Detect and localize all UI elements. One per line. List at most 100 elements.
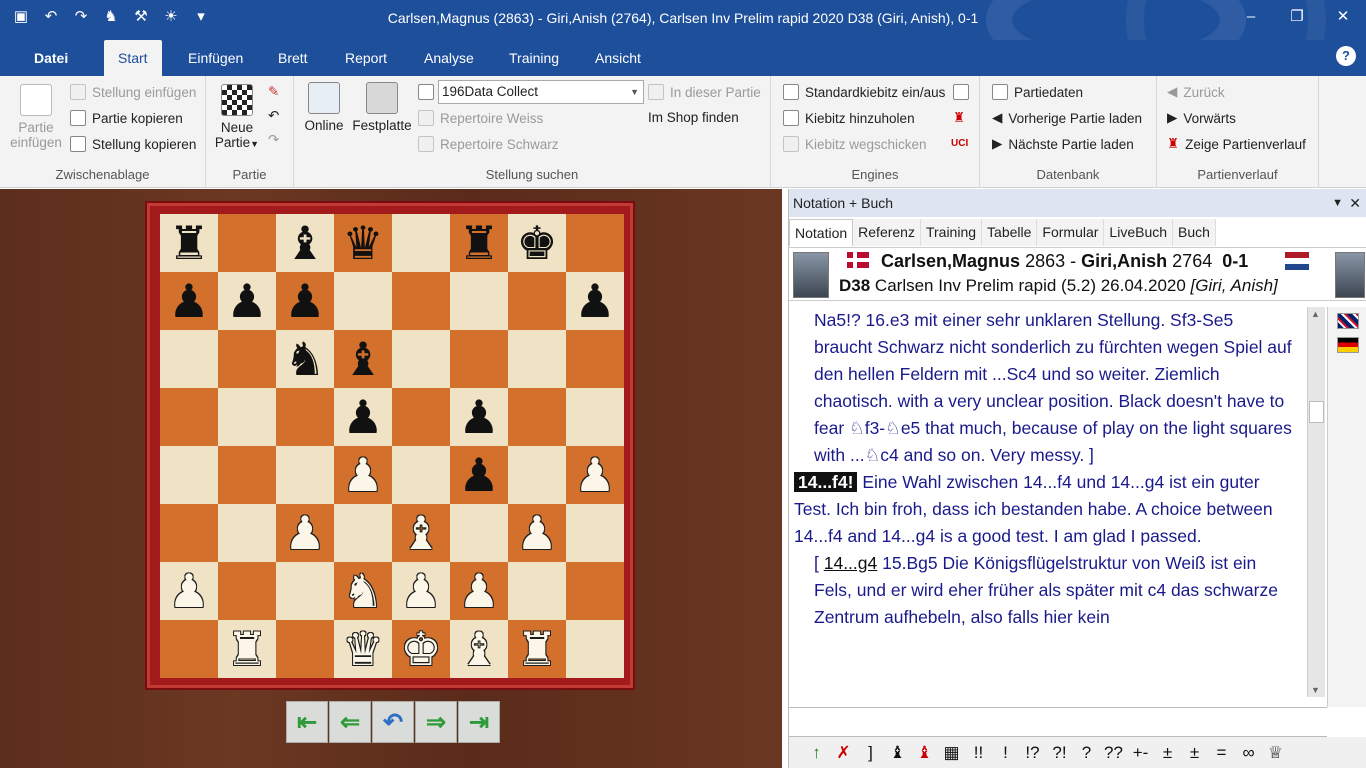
white-pawn-piece[interactable]: ♟ bbox=[400, 568, 441, 614]
black-bishop-piece[interactable]: ♝ bbox=[342, 336, 383, 382]
white-knight-piece[interactable]: ♞ bbox=[342, 568, 383, 614]
annotation-symbol-button[interactable]: ?? bbox=[1100, 743, 1127, 763]
board-square[interactable]: ♞ bbox=[276, 330, 334, 388]
board-square[interactable]: ♟ bbox=[160, 562, 218, 620]
black-queen-piece[interactable]: ♛ bbox=[342, 220, 383, 266]
board-square[interactable]: ♟ bbox=[160, 272, 218, 330]
next-move-button[interactable]: ⇒ bbox=[415, 701, 457, 743]
black-pawn-piece[interactable]: ♟ bbox=[168, 278, 209, 324]
tab-einfuegen[interactable]: Einfügen bbox=[174, 40, 257, 76]
scroll-up-icon[interactable]: ▲ bbox=[1311, 309, 1320, 319]
disk-button[interactable]: Festplatte bbox=[350, 82, 414, 133]
remove-kibitzer-button[interactable]: Kiebitz wegschicken bbox=[783, 136, 927, 152]
board-square[interactable]: ♟ bbox=[450, 446, 508, 504]
help-icon[interactable]: ? bbox=[1336, 46, 1356, 66]
white-rook-piece[interactable]: ♜ bbox=[226, 626, 267, 672]
black-pawn-piece[interactable]: ♟ bbox=[342, 394, 383, 440]
shop-button[interactable]: Im Shop finden bbox=[648, 110, 739, 125]
repertoire-white-button[interactable]: Repertoire Weiss bbox=[418, 110, 543, 126]
board-square[interactable] bbox=[566, 388, 624, 446]
annotation-symbol-button[interactable]: !? bbox=[1019, 743, 1046, 763]
board-square[interactable] bbox=[508, 562, 566, 620]
board-square[interactable]: ♟ bbox=[392, 562, 450, 620]
annotation-symbol-button[interactable]: ] bbox=[857, 743, 884, 763]
black-pawn-piece[interactable]: ♟ bbox=[284, 278, 325, 324]
annotation-symbol-button[interactable]: ✗ bbox=[830, 743, 857, 763]
board-square[interactable]: ♛ bbox=[334, 214, 392, 272]
tab-start[interactable]: Start bbox=[104, 40, 162, 76]
board-square[interactable]: ♟ bbox=[276, 272, 334, 330]
tab-brett[interactable]: Brett bbox=[264, 40, 322, 76]
copy-position-button[interactable]: Stellung kopieren bbox=[70, 136, 196, 152]
annotation-symbol-button[interactable]: ± bbox=[1154, 743, 1181, 763]
online-button[interactable]: Online bbox=[302, 82, 346, 133]
annotation-symbol-button[interactable]: ! bbox=[992, 743, 1019, 763]
board-square[interactable] bbox=[392, 446, 450, 504]
black-rook-piece[interactable]: ♜ bbox=[168, 220, 209, 266]
previous-move-button[interactable]: ⇐ bbox=[329, 701, 371, 743]
tab-livebuch[interactable]: LiveBuch bbox=[1104, 219, 1174, 246]
in-game-button[interactable]: In dieser Partie bbox=[648, 84, 761, 100]
annotation-symbol-button[interactable]: ?! bbox=[1046, 743, 1073, 763]
board-square[interactable] bbox=[160, 388, 218, 446]
tab-formular[interactable]: Formular bbox=[1037, 219, 1105, 246]
board-square[interactable] bbox=[218, 446, 276, 504]
white-rook-piece[interactable]: ♜ bbox=[516, 626, 557, 672]
annotation-symbol-button[interactable]: !! bbox=[965, 743, 992, 763]
black-pawn-piece[interactable]: ♟ bbox=[226, 278, 267, 324]
white-bishop-piece[interactable]: ♝ bbox=[458, 626, 499, 672]
board-square[interactable]: ♚ bbox=[508, 214, 566, 272]
annotation-symbol-button[interactable]: ♕ bbox=[1262, 743, 1289, 763]
board-square[interactable] bbox=[276, 620, 334, 678]
notation-text[interactable]: Na5!? 16.e3 mit einer sehr unklaren Stel… bbox=[789, 307, 1305, 697]
board-square[interactable] bbox=[508, 446, 566, 504]
close-icon[interactable]: ✕ bbox=[1320, 0, 1366, 32]
white-pawn-piece[interactable]: ♟ bbox=[574, 452, 615, 498]
board-square[interactable]: ♜ bbox=[450, 214, 508, 272]
copy-game-button[interactable]: Partie kopieren bbox=[70, 110, 183, 126]
board-square[interactable] bbox=[334, 272, 392, 330]
board-square[interactable]: ♜ bbox=[508, 620, 566, 678]
annotation-symbol-button[interactable]: = bbox=[1208, 743, 1235, 763]
board-square[interactable]: ♝ bbox=[450, 620, 508, 678]
board-square[interactable]: ♟ bbox=[566, 272, 624, 330]
annotation-symbol-button[interactable]: ↑ bbox=[803, 743, 830, 763]
chessboard[interactable]: ♜ ♝ ♛ ♜ ♚ ♟ ♟ ♟ ♟ ♞ ♝ ♟ ♟ ♟ ♟ ♟ ♟ ♝ ♟ ♟ ♞ ♟ ♟ ♜ ♛ ♚ ♝ ♜ bbox=[160, 214, 624, 678]
tab-datei[interactable]: Datei bbox=[20, 40, 82, 76]
scroll-down-icon[interactable]: ▼ bbox=[1311, 685, 1320, 695]
board-square[interactable]: ♜ bbox=[160, 214, 218, 272]
board-square[interactable] bbox=[566, 562, 624, 620]
annotation-symbol-button[interactable]: ? bbox=[1073, 743, 1100, 763]
database-select[interactable]: 196Data Collect ▼ bbox=[438, 80, 644, 104]
board-square[interactable] bbox=[566, 214, 624, 272]
board-square[interactable] bbox=[218, 562, 276, 620]
tab-notation[interactable]: Notation bbox=[789, 219, 854, 246]
board-square[interactable] bbox=[450, 272, 508, 330]
engine-cup-icon[interactable]: ♜ bbox=[953, 110, 965, 126]
board-square[interactable] bbox=[392, 272, 450, 330]
tab-buch[interactable]: Buch bbox=[1173, 219, 1216, 246]
back-button[interactable]: ◀ Zurück bbox=[1167, 84, 1225, 100]
uk-flag-icon[interactable] bbox=[1336, 313, 1359, 329]
board-square[interactable] bbox=[450, 504, 508, 562]
board-square[interactable] bbox=[392, 330, 450, 388]
tab-referenz[interactable]: Referenz bbox=[853, 219, 921, 246]
board-square[interactable] bbox=[160, 620, 218, 678]
white-pawn-piece[interactable]: ♟ bbox=[342, 452, 383, 498]
minimize-icon[interactable]: – bbox=[1228, 0, 1274, 32]
scroll-thumb[interactable] bbox=[1309, 401, 1324, 423]
board-square[interactable] bbox=[218, 388, 276, 446]
add-kibitzer-button[interactable]: Kiebitz hinzuholen bbox=[783, 110, 915, 126]
board-square[interactable] bbox=[160, 504, 218, 562]
first-move-button[interactable]: ⇤ bbox=[286, 701, 328, 743]
tab-training[interactable]: Training bbox=[920, 219, 983, 246]
tab-training[interactable]: Training bbox=[495, 40, 573, 76]
board-square[interactable]: ♟ bbox=[450, 388, 508, 446]
black-bishop-piece[interactable]: ♝ bbox=[284, 220, 325, 266]
redo-move-icon[interactable]: ↷ bbox=[268, 132, 279, 148]
board-square[interactable] bbox=[276, 446, 334, 504]
uci-button[interactable]: UCI bbox=[951, 138, 968, 149]
board-square[interactable] bbox=[566, 330, 624, 388]
board-square[interactable]: ♝ bbox=[276, 214, 334, 272]
notation-scrollbar[interactable]: ▲ ▼ bbox=[1307, 307, 1325, 697]
